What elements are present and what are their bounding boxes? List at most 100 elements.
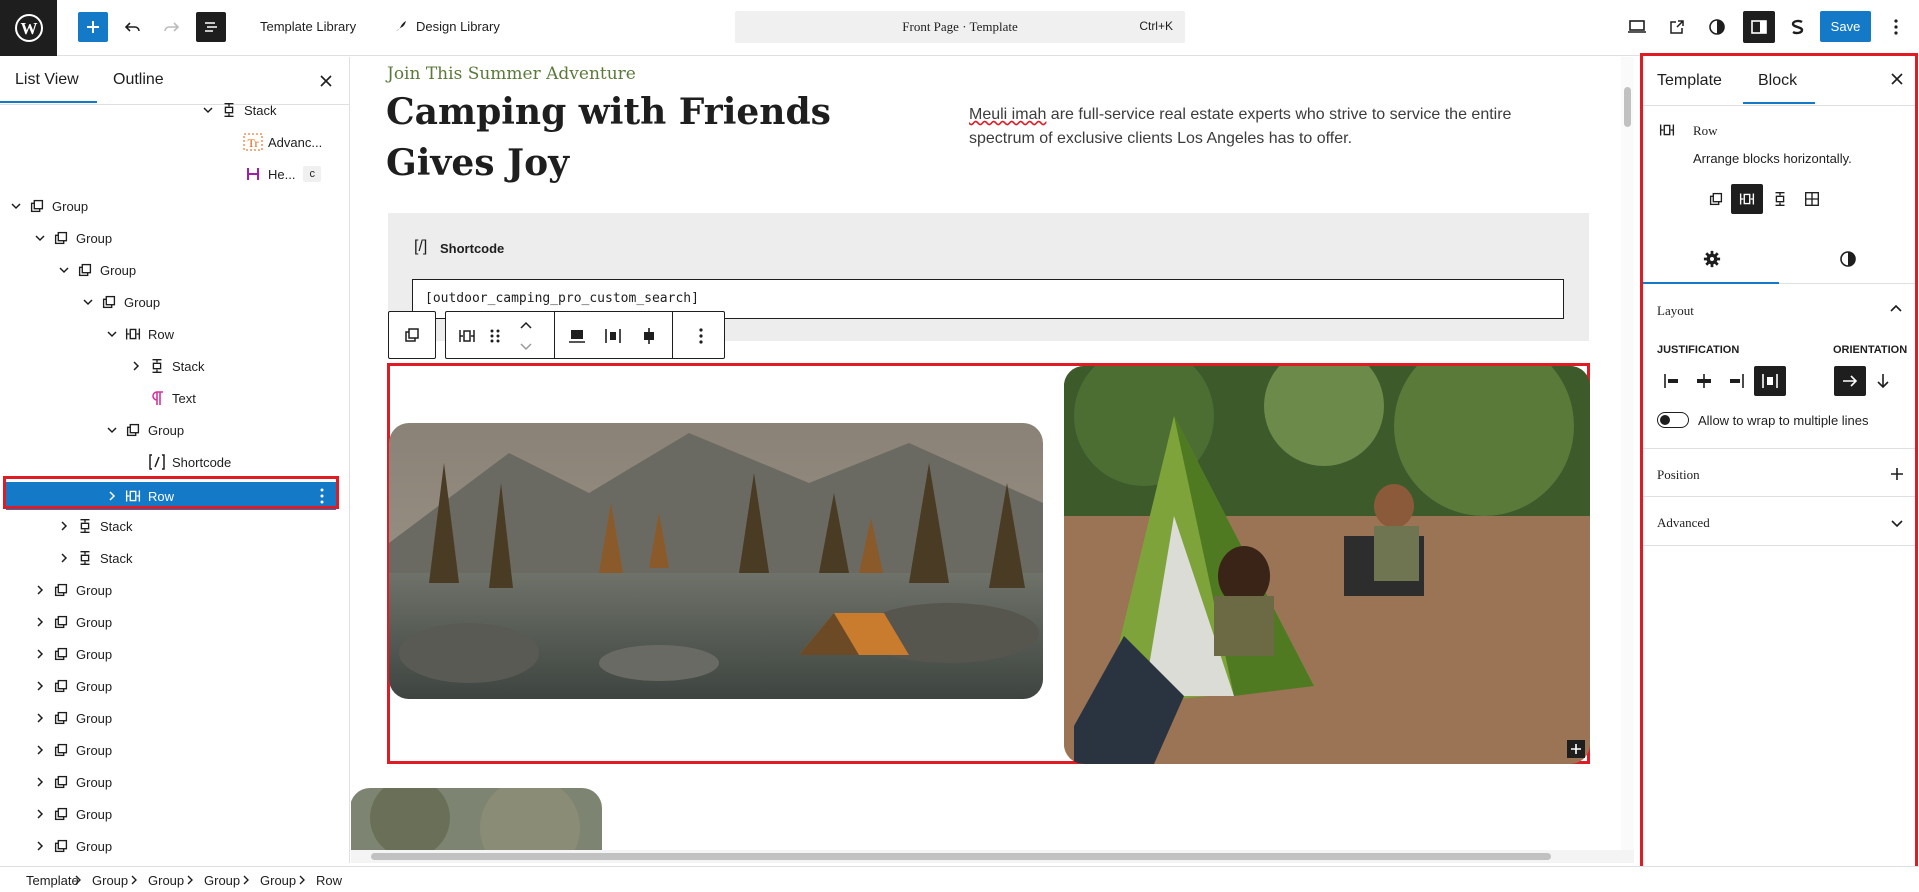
plugin-s-icon[interactable] bbox=[1784, 14, 1810, 40]
justify-space-between-icon[interactable] bbox=[1754, 366, 1786, 396]
save-button[interactable]: Save bbox=[1820, 11, 1871, 42]
horizontal-scrollbar-thumb[interactable] bbox=[371, 853, 1551, 860]
lake-camping-image[interactable] bbox=[389, 423, 1043, 699]
breadcrumb-item[interactable]: Group bbox=[92, 873, 128, 888]
tab-outline[interactable]: Outline bbox=[113, 71, 164, 89]
plus-icon[interactable] bbox=[1890, 467, 1906, 483]
chevron-up-icon[interactable] bbox=[1889, 302, 1905, 318]
drag-handle-icon[interactable] bbox=[484, 325, 506, 347]
chevron-down-icon[interactable] bbox=[6, 196, 26, 216]
tree-item[interactable]: Stack bbox=[0, 351, 336, 381]
add-block-button[interactable] bbox=[78, 12, 108, 42]
close-icon[interactable] bbox=[1891, 73, 1907, 89]
desktop-preview-icon[interactable] bbox=[1624, 14, 1650, 40]
command-palette-bar[interactable]: Front Page · Template Ctrl+K bbox=[735, 11, 1185, 43]
row-icon[interactable] bbox=[456, 325, 478, 347]
horizontal-scrollbar[interactable] bbox=[351, 850, 1634, 863]
tree-item[interactable]: Group bbox=[0, 255, 336, 285]
tree-item[interactable]: Group bbox=[0, 735, 336, 765]
layout-section-title[interactable]: Layout bbox=[1657, 303, 1694, 319]
wordpress-logo-icon[interactable]: W bbox=[0, 0, 57, 56]
chevron-right-icon[interactable] bbox=[30, 676, 50, 696]
document-overview-button[interactable] bbox=[196, 12, 226, 42]
grid-variation-icon[interactable] bbox=[1799, 186, 1825, 212]
vertical-scrollbar-thumb[interactable] bbox=[1624, 87, 1631, 127]
chevron-down-icon[interactable] bbox=[78, 292, 98, 312]
advanced-section-title[interactable]: Advanced bbox=[1657, 515, 1710, 531]
align-top-icon[interactable] bbox=[566, 325, 588, 347]
move-up-down-icon[interactable] bbox=[518, 318, 534, 354]
tree-item[interactable]: Group bbox=[0, 415, 336, 445]
chevron-down-icon[interactable] bbox=[54, 260, 74, 280]
tree-item[interactable]: Group bbox=[0, 607, 336, 637]
tab-template[interactable]: Template bbox=[1657, 72, 1722, 90]
chevron-down-icon[interactable] bbox=[102, 420, 122, 440]
breadcrumb-item[interactable]: Group bbox=[148, 873, 184, 888]
breadcrumb-item[interactable]: Group bbox=[260, 873, 296, 888]
redo-button[interactable] bbox=[158, 14, 184, 40]
kids-tent-image[interactable] bbox=[1064, 366, 1590, 764]
stack-variation-icon[interactable] bbox=[1767, 186, 1793, 212]
tree-item[interactable]: Stack bbox=[0, 543, 336, 573]
justify-right-icon[interactable] bbox=[1725, 370, 1747, 392]
page-heading[interactable]: Camping with Friends Gives Joy bbox=[386, 87, 926, 189]
tree-item[interactable]: Stack bbox=[0, 511, 336, 541]
wrap-toggle[interactable] bbox=[1657, 412, 1689, 428]
tree-item[interactable]: Tr Advanc... bbox=[0, 127, 336, 157]
justify-space-between-icon[interactable] bbox=[602, 325, 624, 347]
next-section-image[interactable] bbox=[351, 788, 602, 850]
breadcrumb-item[interactable]: Group bbox=[204, 873, 240, 888]
template-library-link[interactable]: Template Library bbox=[260, 19, 356, 34]
chevron-right-icon[interactable] bbox=[30, 580, 50, 600]
tree-item[interactable]: Group bbox=[0, 191, 336, 221]
chevron-down-icon[interactable] bbox=[198, 100, 218, 120]
arrow-down-icon[interactable] bbox=[1871, 369, 1895, 393]
inserter-plus-icon[interactable] bbox=[1567, 740, 1585, 758]
undo-button[interactable] bbox=[120, 14, 146, 40]
row-block-selected[interactable] bbox=[387, 363, 1590, 764]
justify-left-icon[interactable] bbox=[1661, 370, 1683, 392]
eyebrow-text[interactable]: Join This Summer Adventure bbox=[387, 64, 636, 84]
options-menu-icon[interactable] bbox=[1884, 14, 1908, 40]
chevron-right-icon[interactable] bbox=[30, 804, 50, 824]
justify-center-icon[interactable] bbox=[1693, 370, 1715, 392]
chevron-right-icon[interactable] bbox=[54, 516, 74, 536]
arrow-right-icon[interactable] bbox=[1834, 366, 1866, 396]
external-view-icon[interactable] bbox=[1664, 14, 1690, 40]
tree-item[interactable]: Group bbox=[0, 639, 336, 669]
close-icon[interactable] bbox=[317, 72, 335, 90]
chevron-down-icon[interactable] bbox=[30, 228, 50, 248]
breadcrumb-item[interactable]: Template bbox=[26, 873, 79, 888]
breadcrumb-item[interactable]: Row bbox=[316, 873, 342, 888]
styles-icon[interactable] bbox=[1839, 250, 1859, 270]
chevron-right-icon[interactable] bbox=[30, 740, 50, 760]
tree-item[interactable]: Group bbox=[0, 703, 336, 733]
parent-block-button[interactable] bbox=[388, 311, 436, 359]
row-variation-icon[interactable] bbox=[1731, 184, 1763, 214]
chevron-right-icon[interactable] bbox=[126, 356, 146, 376]
tree-item[interactable]: Group bbox=[0, 831, 336, 861]
tree-item[interactable]: Group bbox=[0, 767, 336, 797]
gear-icon[interactable] bbox=[1703, 250, 1723, 270]
chevron-down-icon[interactable] bbox=[102, 324, 122, 344]
vertical-scrollbar[interactable] bbox=[1621, 57, 1634, 850]
chevron-right-icon[interactable] bbox=[30, 644, 50, 664]
chevron-right-icon[interactable] bbox=[30, 708, 50, 728]
more-options-icon[interactable] bbox=[690, 325, 712, 347]
justify-center-icon[interactable] bbox=[638, 325, 660, 347]
tree-item[interactable]: Group bbox=[0, 287, 336, 317]
tree-item[interactable]: Row bbox=[0, 319, 336, 349]
tree-item[interactable]: Shortcode bbox=[0, 447, 336, 477]
chevron-right-icon[interactable] bbox=[54, 548, 74, 568]
group-variation-icon[interactable] bbox=[1703, 186, 1729, 212]
chevron-right-icon[interactable] bbox=[30, 612, 50, 632]
tree-item[interactable]: Group bbox=[0, 223, 336, 253]
tree-item[interactable]: Group bbox=[0, 575, 336, 605]
tree-item[interactable]: Group bbox=[0, 799, 336, 829]
description-paragraph[interactable]: Meuli imah are full-service real estate … bbox=[969, 103, 1569, 151]
chevron-down-icon[interactable] bbox=[1890, 516, 1906, 532]
design-library-link[interactable]: Design Library bbox=[416, 19, 500, 34]
tree-item[interactable]: He... c bbox=[0, 159, 336, 189]
settings-sidebar-toggle-icon[interactable] bbox=[1743, 11, 1775, 43]
tree-item[interactable]: Group bbox=[0, 671, 336, 701]
